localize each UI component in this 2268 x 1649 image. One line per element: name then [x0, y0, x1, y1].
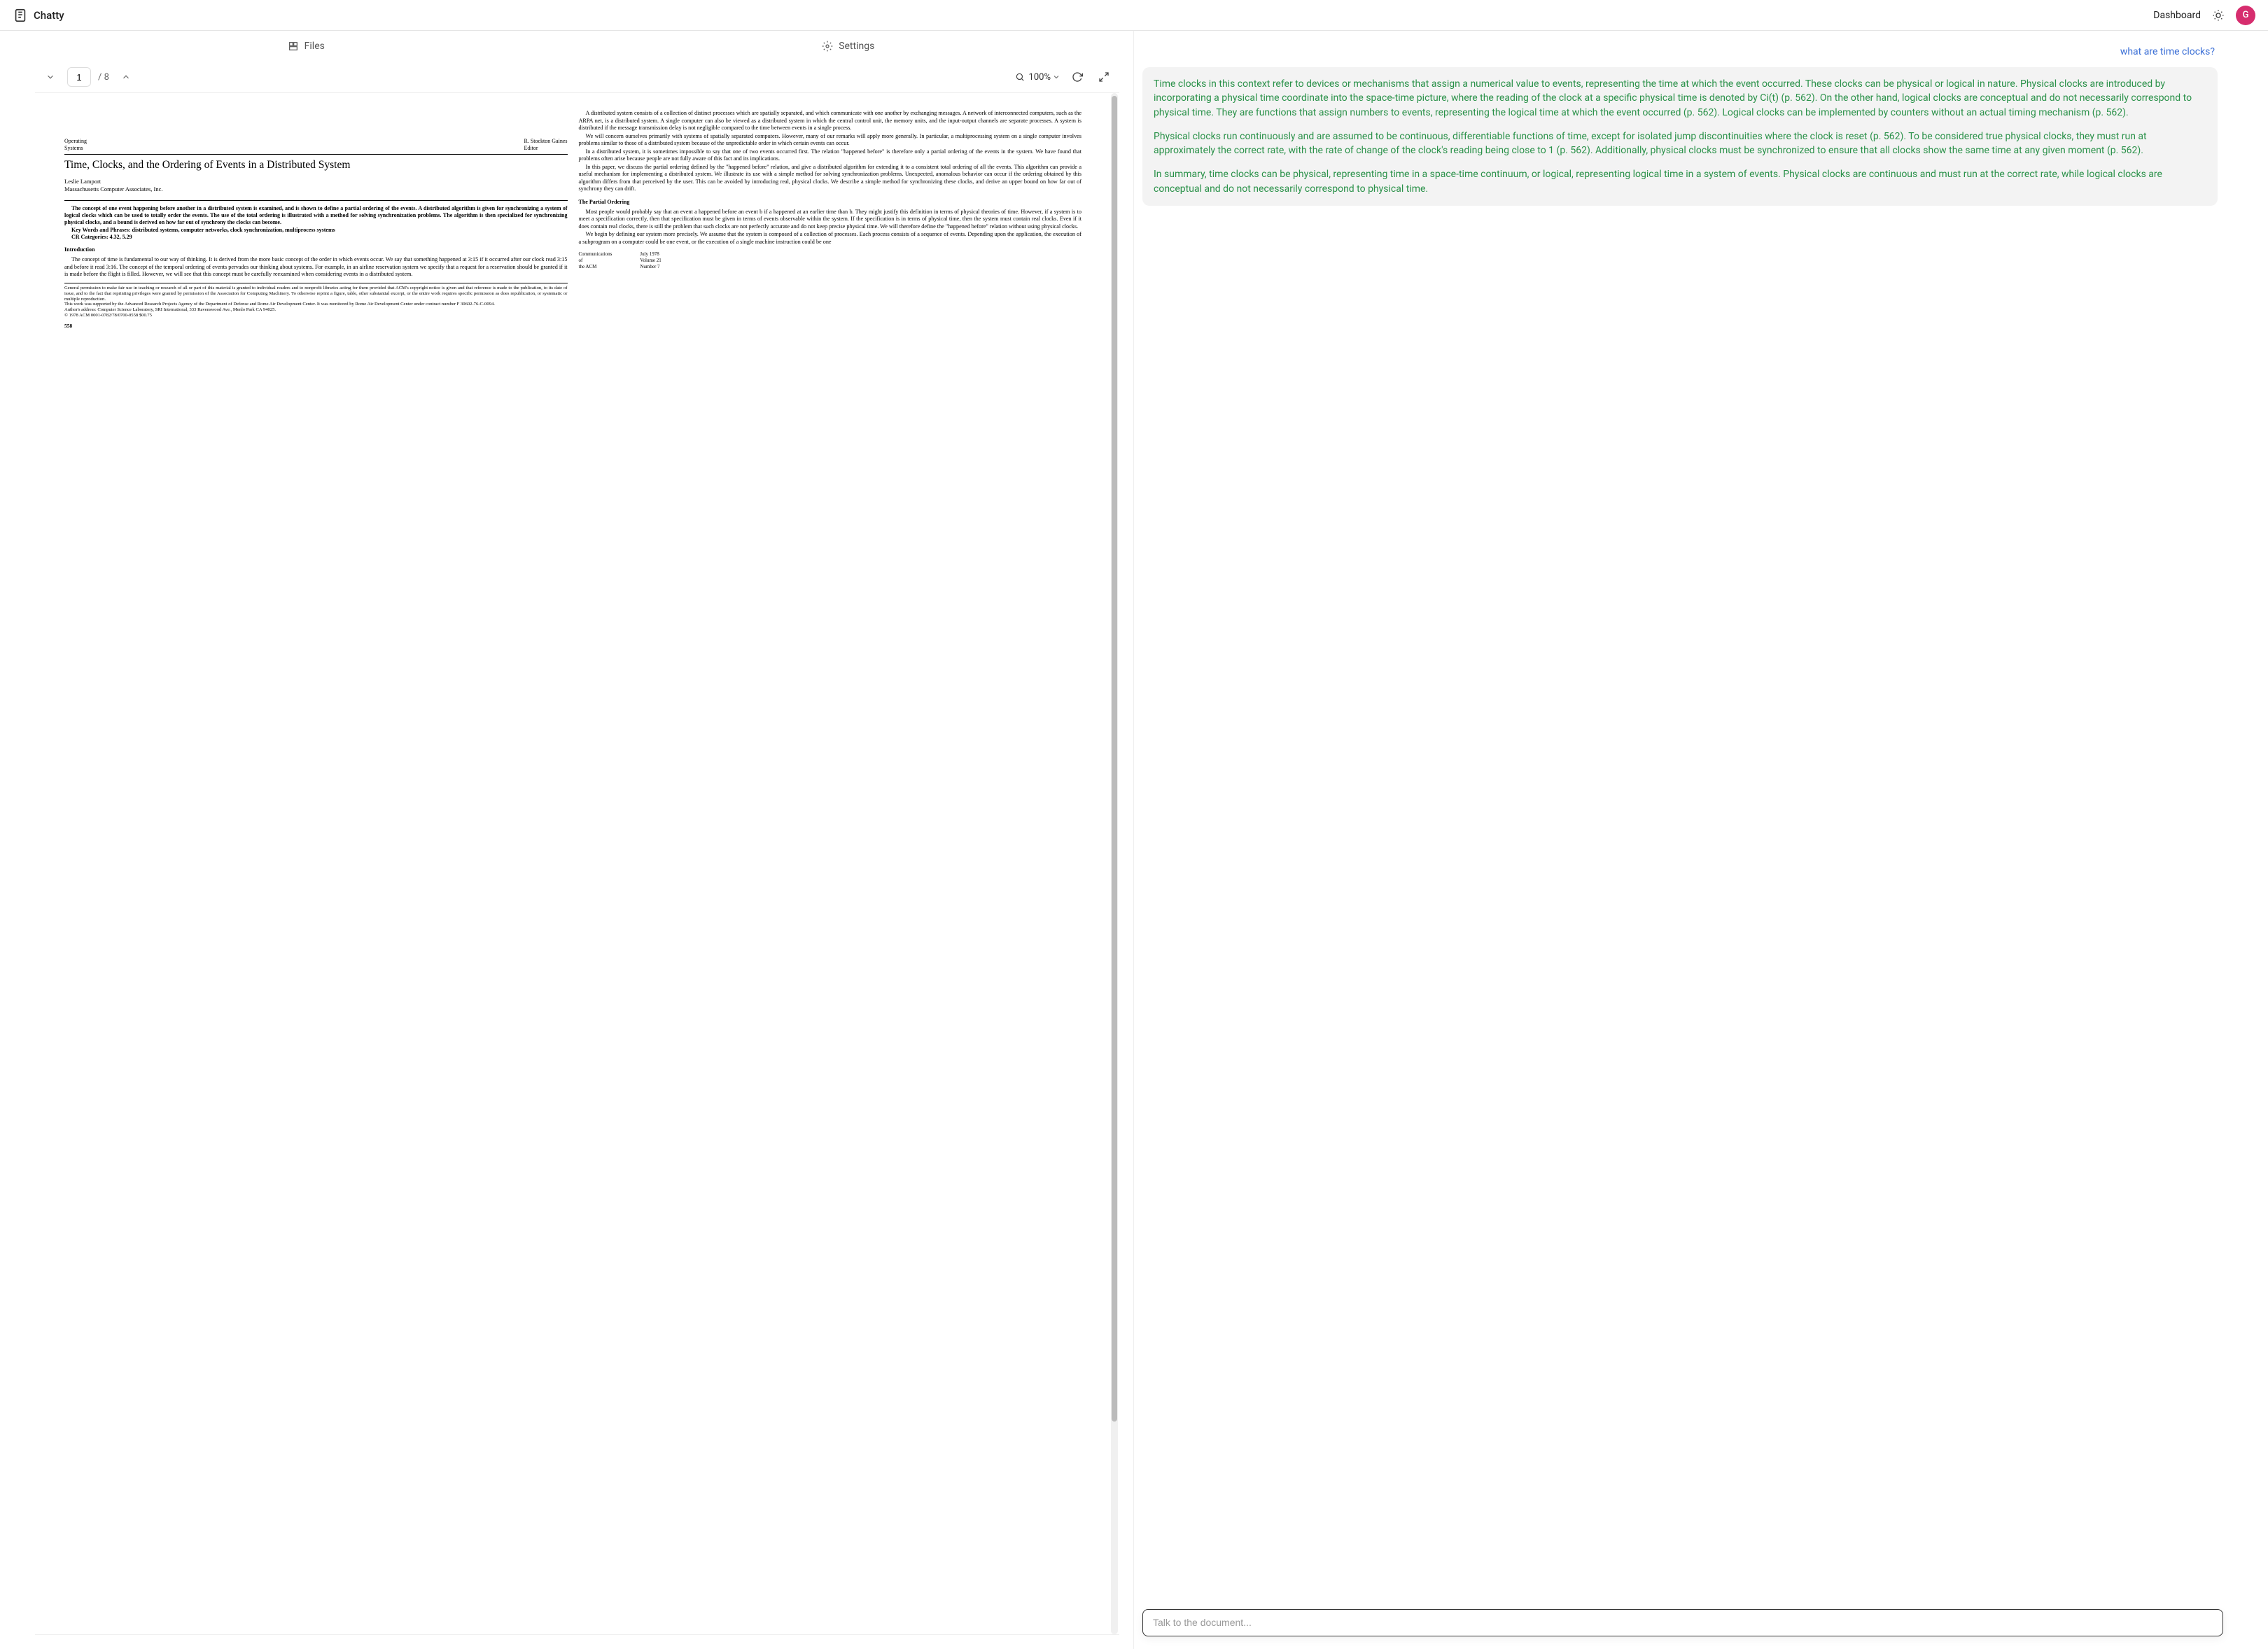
paper-author: Leslie Lamport [64, 178, 568, 185]
prev-page-button[interactable] [41, 67, 60, 87]
view-controls: 100% [1015, 67, 1114, 87]
tab-files-label: Files [304, 41, 325, 52]
section-intro: Introduction [64, 246, 568, 253]
zoom-value: 100% [1029, 72, 1051, 83]
topbar-left: Chatty [13, 8, 64, 23]
assistant-paragraph: Time clocks in this context refer to dev… [1154, 77, 2206, 120]
theme-toggle-icon[interactable] [2211, 8, 2226, 23]
pdf-toolbar: / 8 100% [35, 62, 1119, 92]
main: Files Settings / 8 [0, 31, 2268, 1649]
document-page: OperatingSystems R. Stockton GainesEdito… [35, 93, 1111, 1634]
app-logo-icon [13, 8, 28, 23]
paper-cr: CR Categories: 4.32, 5.29 [64, 234, 568, 241]
footnote: General permission to make fair use in t… [64, 283, 568, 318]
dashboard-link[interactable]: Dashboard [2153, 10, 2201, 21]
paper-abstract: The concept of one event happening befor… [64, 205, 568, 227]
gear-icon [822, 41, 833, 52]
doc-col-1: OperatingSystems R. Stockton GainesEdito… [64, 110, 568, 1618]
document-viewport[interactable]: OperatingSystems R. Stockton GainesEdito… [35, 92, 1119, 1635]
fullscreen-button[interactable] [1094, 67, 1114, 87]
topbar: Chatty Dashboard G [0, 0, 2268, 31]
page-controls: / 8 [41, 67, 136, 87]
chat-area: what are time clocks? Time clocks in thi… [1142, 43, 2223, 1597]
assistant-paragraph: Physical clocks run continuously and are… [1154, 129, 2206, 158]
assistant-message: Time clocks in this context refer to dev… [1142, 67, 2218, 206]
right-panel: what are time clocks? Time clocks in thi… [1134, 31, 2268, 1649]
next-page-button[interactable] [116, 67, 136, 87]
paper-affiliation: Massachusetts Computer Associates, Inc. [64, 185, 568, 193]
paper-title: Time, Clocks, and the Ordering of Events… [64, 159, 568, 172]
doc-running-header: OperatingSystems R. Stockton GainesEdito… [64, 138, 568, 152]
avatar[interactable]: G [2236, 6, 2255, 25]
paper-keywords: Key Words and Phrases: distributed syste… [64, 227, 568, 234]
page-number: 558 [64, 323, 568, 330]
chat-input[interactable] [1153, 1617, 2213, 1628]
doc-col-2: A distributed system consists of a colle… [579, 110, 1082, 1618]
assistant-paragraph: In summary, time clocks can be physical,… [1154, 167, 2206, 196]
doc-footer: Communicationsofthe ACM July 1978Volume … [579, 251, 1082, 270]
scrollbar-thumb[interactable] [1112, 96, 1117, 1422]
chevron-down-icon [1052, 73, 1060, 81]
tab-settings[interactable]: Settings [578, 34, 1120, 59]
user-message: what are time clocks? [1142, 46, 2218, 57]
brand-name: Chatty [34, 9, 64, 22]
left-panel: Files Settings / 8 [0, 31, 1134, 1649]
section-partial-ordering: The Partial Ordering [579, 199, 1082, 206]
intro-paragraph: The concept of time is fundamental to ou… [64, 256, 568, 279]
page-total: / 8 [98, 72, 109, 83]
zoom-search-icon[interactable]: 100% [1015, 67, 1060, 87]
topbar-right: Dashboard G [2153, 6, 2255, 25]
files-icon [288, 41, 299, 52]
rotate-button[interactable] [1068, 67, 1087, 87]
chat-input-bar [1142, 1609, 2223, 1636]
tabs: Files Settings [35, 31, 1119, 62]
scrollbar[interactable] [1111, 93, 1118, 1634]
page-number-input[interactable] [67, 67, 91, 87]
tab-files[interactable]: Files [35, 34, 578, 59]
tab-settings-label: Settings [839, 41, 874, 52]
